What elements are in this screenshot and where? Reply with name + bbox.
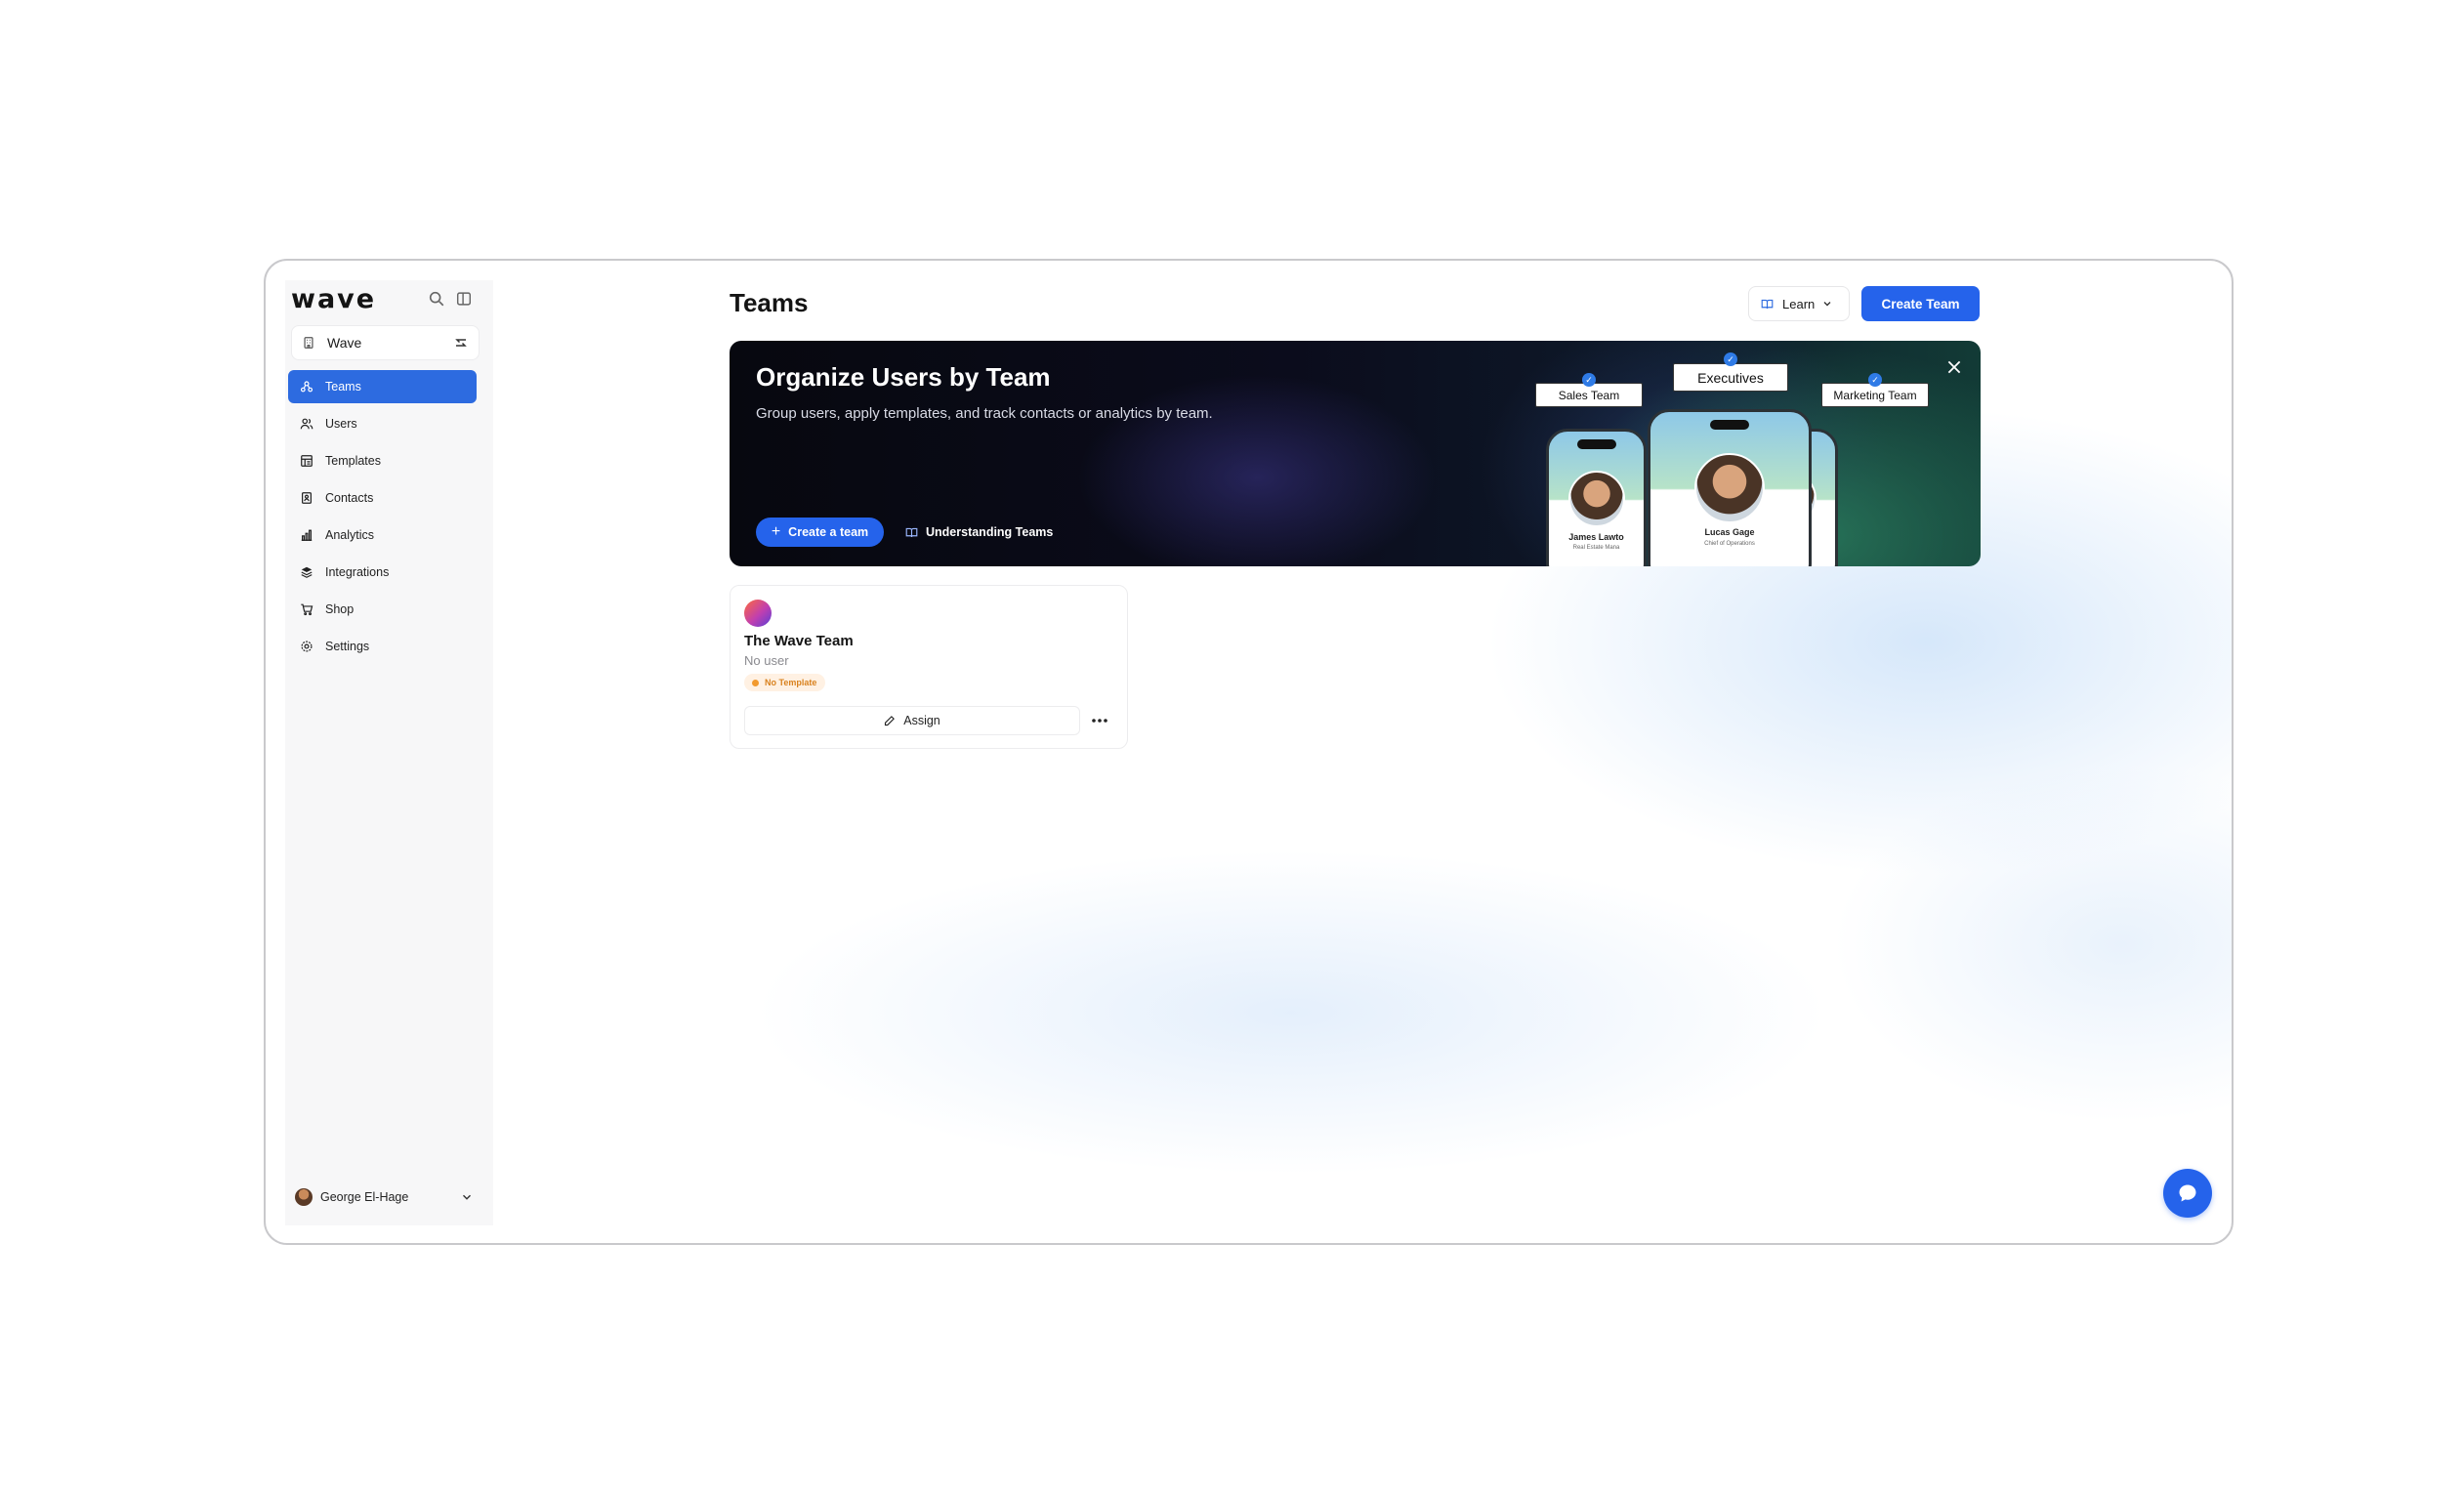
book-icon <box>1761 299 1774 309</box>
create-team-button[interactable]: Create Team <box>1861 286 1980 321</box>
person-name: James Lawto <box>1568 532 1624 542</box>
sidebar-item-settings[interactable]: Settings <box>288 630 477 663</box>
person-photo <box>1694 453 1765 523</box>
understanding-teams-link[interactable]: Understanding Teams <box>905 518 1053 547</box>
sidebar-item-label: Analytics <box>325 528 375 542</box>
learn-button[interactable]: Learn <box>1748 286 1850 321</box>
teams-icon <box>300 381 313 393</box>
chevron-down-icon <box>1823 302 1831 307</box>
phone-mockup-sales: James Lawto Real Estate Mana <box>1546 429 1647 566</box>
shop-icon <box>301 603 313 616</box>
chat-bubble-icon <box>2179 1184 2196 1202</box>
person-name: Lucas Gage <box>1704 527 1755 537</box>
assign-label: Assign <box>903 714 940 727</box>
status-badge: No Template <box>744 674 826 691</box>
building-icon <box>304 337 313 349</box>
check-icon: ✓ <box>1868 373 1882 387</box>
team-card[interactable]: The Wave Team No user No Template Assign <box>730 585 1128 749</box>
team-name: The Wave Team <box>744 633 854 649</box>
sidebar-nav: Teams Users Templates Contacts Analytics… <box>288 370 477 667</box>
switch-arrows-icon[interactable] <box>453 335 469 351</box>
user-menu[interactable]: George El-Hage <box>295 1182 474 1212</box>
more-options-button[interactable] <box>1084 706 1115 735</box>
sidebar-item-shop[interactable]: Shop <box>288 593 477 626</box>
learn-label: Learn <box>1782 296 1816 311</box>
team-user-count: No user <box>744 653 789 668</box>
team-tag: Executives <box>1673 363 1788 392</box>
sidebar-item-label: Settings <box>325 640 370 653</box>
templates-icon <box>301 455 313 467</box>
sidebar-item-users[interactable]: Users <box>288 407 477 440</box>
sidebar-item-analytics[interactable]: Analytics <box>288 518 477 552</box>
plus-icon: + <box>771 523 781 540</box>
workspace-switcher[interactable]: Wave <box>291 325 480 360</box>
integrations-icon <box>301 566 313 578</box>
badge-label: No Template <box>765 678 817 687</box>
sidebar-item-contacts[interactable]: Contacts <box>288 481 477 515</box>
app-window: wave Wave Teams Users Templates Contacts… <box>264 259 2234 1245</box>
app-logo[interactable]: wave <box>291 284 376 314</box>
check-icon: ✓ <box>1724 352 1737 366</box>
person-role: Chief of Operations <box>1704 541 1755 547</box>
sidebar-item-label: Teams <box>325 380 361 394</box>
assign-button[interactable]: Assign <box>744 706 1080 735</box>
banner-title: Organize Users by Team <box>756 362 1051 392</box>
sidebar-item-teams[interactable]: Teams <box>288 370 477 403</box>
understanding-teams-label: Understanding Teams <box>926 525 1054 539</box>
create-a-team-button[interactable]: + Create a team <box>756 518 884 547</box>
page-title: Teams <box>730 288 809 317</box>
sidebar-item-label: Users <box>325 417 357 431</box>
search-icon[interactable] <box>428 290 445 308</box>
sidebar-item-label: Contacts <box>325 491 374 505</box>
users-icon <box>300 418 313 430</box>
person-photo <box>1567 471 1625 527</box>
close-icon[interactable] <box>1945 358 1963 376</box>
status-dot-icon <box>752 679 759 686</box>
check-icon: ✓ <box>1582 373 1596 387</box>
sidebar-item-integrations[interactable]: Integrations <box>288 556 477 589</box>
sidebar-item-label: Templates <box>325 454 381 468</box>
sidebar-item-label: Shop <box>325 602 355 616</box>
avatar <box>295 1188 313 1206</box>
user-name: George El-Hage <box>320 1190 409 1204</box>
contacts-icon <box>302 492 312 504</box>
sidebar-item-label: Integrations <box>325 565 390 579</box>
banner-subtitle: Group users, apply templates, and track … <box>756 405 1213 422</box>
team-avatar <box>744 600 772 627</box>
chevron-down-icon[interactable] <box>460 1190 474 1204</box>
settings-icon <box>301 641 313 652</box>
analytics-icon <box>301 529 313 541</box>
ellipsis-icon <box>1092 719 1107 723</box>
book-icon <box>905 527 918 537</box>
onboarding-banner: Organize Users by Team Group users, appl… <box>730 341 1981 566</box>
create-a-team-label: Create a team <box>788 525 869 539</box>
pencil-icon <box>885 716 896 726</box>
sidebar-item-templates[interactable]: Templates <box>288 444 477 477</box>
collapse-sidebar-icon[interactable] <box>455 290 473 308</box>
chat-button[interactable] <box>2163 1169 2212 1218</box>
phone-mockup-executives: Lucas Gage Chief of Operations <box>1648 409 1812 566</box>
person-role: Real Estate Mana <box>1572 545 1620 551</box>
sidebar: wave Wave Teams Users Templates Contacts… <box>285 280 493 1225</box>
workspace-name: Wave <box>327 335 362 351</box>
